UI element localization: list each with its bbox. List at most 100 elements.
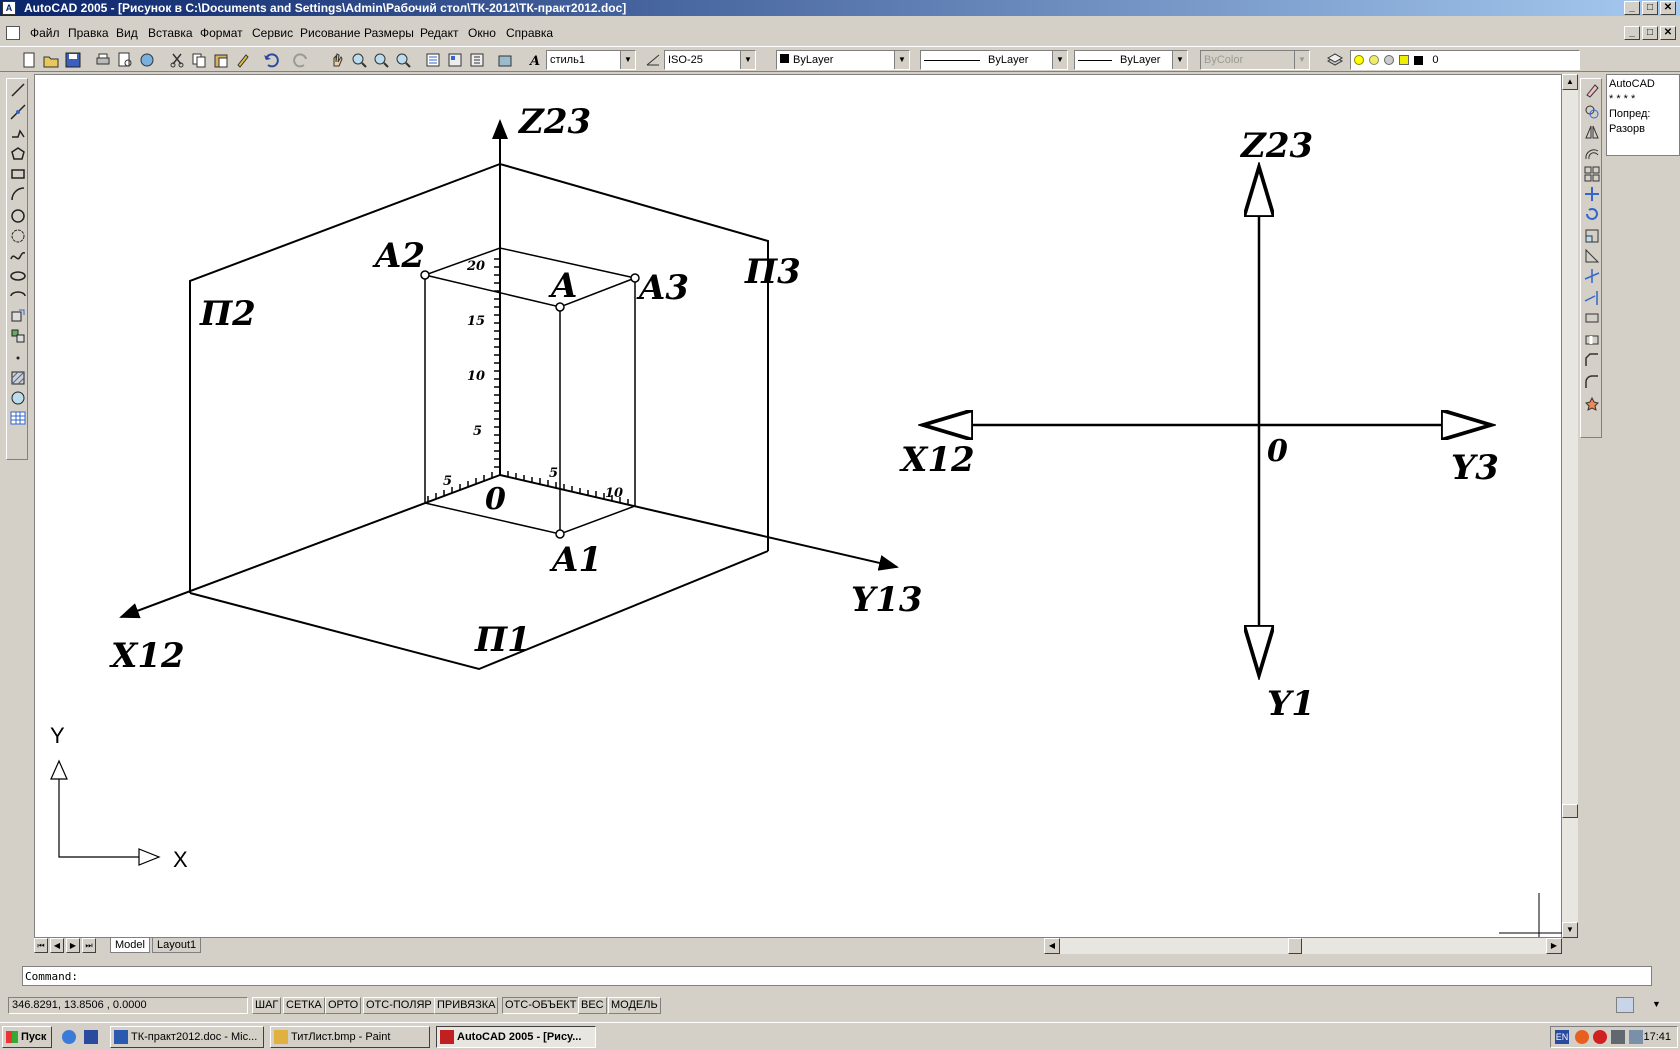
ellipse-arc-icon[interactable] [9, 287, 27, 305]
tray-security-icon[interactable] [1593, 1030, 1607, 1044]
paste-icon[interactable] [212, 51, 230, 69]
sun-icon[interactable] [1369, 55, 1380, 66]
revision-cloud-icon[interactable] [9, 227, 27, 245]
fillet-icon[interactable] [1583, 373, 1601, 391]
make-block-icon[interactable] [9, 327, 27, 345]
point-icon[interactable] [9, 349, 27, 367]
region-icon[interactable] [9, 389, 27, 407]
linetype-select[interactable]: ByLayer ▼ [920, 50, 1068, 70]
menu-help[interactable]: Справка [506, 26, 553, 40]
layer-manager-icon[interactable] [1326, 51, 1344, 69]
zoom-realtime-icon[interactable] [350, 51, 368, 69]
snap-toggle[interactable]: ШАГ [252, 997, 282, 1014]
insert-block-icon[interactable] [9, 307, 27, 325]
chamfer-icon[interactable] [1583, 351, 1601, 369]
task-autocad[interactable]: AutoCAD 2005 - [Рису... [436, 1026, 596, 1048]
tool-palettes-icon[interactable] [468, 51, 486, 69]
scroll-left-button[interactable]: ◀ [1044, 938, 1060, 954]
new-file-icon[interactable] [20, 51, 38, 69]
menu-format[interactable]: Формат [200, 26, 243, 40]
model-toggle[interactable]: МОДЕЛЬ [608, 997, 661, 1014]
menu-window[interactable]: Окно [468, 26, 496, 40]
status-menu-arrow-icon[interactable]: ▼ [1652, 999, 1661, 1009]
rotate-icon[interactable] [1583, 205, 1601, 223]
scale-icon[interactable] [1583, 227, 1601, 245]
task-paint[interactable]: ТитЛист.bmp - Paint [270, 1026, 430, 1048]
tray-network-icon[interactable] [1611, 1030, 1625, 1044]
move-icon[interactable] [1583, 185, 1601, 203]
ortho-toggle[interactable]: ОРТО [325, 997, 362, 1014]
otrack-toggle[interactable]: ОТС-ОБЪЕКТ [502, 997, 580, 1014]
minimize-button[interactable]: _ [1624, 1, 1640, 15]
save-icon[interactable] [64, 51, 82, 69]
menu-insert[interactable]: Вставка [148, 26, 193, 40]
design-center-icon[interactable] [446, 51, 464, 69]
pan-icon[interactable] [328, 51, 346, 69]
text-style-select[interactable]: стиль1 ▼ [546, 50, 636, 70]
drawing-canvas[interactable]: Z23 X12 Y13 П1 П2 П3 A A1 A2 A3 0 5 10 1… [34, 74, 1563, 939]
tray-volume-icon[interactable] [1629, 1030, 1643, 1044]
arc-icon[interactable] [9, 185, 27, 203]
scroll-right-button[interactable]: ▶ [1546, 938, 1562, 954]
start-button[interactable]: Пуск [2, 1026, 52, 1048]
last-tab-button[interactable]: ⏭ [82, 938, 96, 953]
dim-style-icon[interactable] [644, 51, 662, 69]
redo-icon[interactable] [292, 51, 310, 69]
publish-icon[interactable] [138, 51, 156, 69]
menu-file[interactable]: Файл [30, 26, 60, 40]
horizontal-scrollbar[interactable]: ◀ ▶ [1044, 938, 1562, 954]
doc-minimize-button[interactable]: _ [1624, 26, 1640, 40]
vertical-scrollbar[interactable]: ▲ ▼ [1562, 74, 1578, 938]
tray-app-icon[interactable] [1575, 1030, 1589, 1044]
trim-icon[interactable] [1583, 267, 1601, 285]
doc-restore-button[interactable]: □ [1642, 26, 1658, 40]
zoom-window-icon[interactable] [372, 51, 390, 69]
next-tab-button[interactable]: ▶ [66, 938, 80, 953]
dim-style-select[interactable]: ISO-25 ▼ [664, 50, 756, 70]
menu-modify[interactable]: Редакт [420, 26, 458, 40]
spline-icon[interactable] [9, 247, 27, 265]
explode-icon[interactable] [1583, 395, 1601, 413]
tab-model[interactable]: Model [110, 938, 150, 953]
menu-tools[interactable]: Сервис [252, 26, 293, 40]
document-icon[interactable] [6, 26, 20, 40]
circle-icon[interactable] [9, 207, 27, 225]
stretch-icon[interactable] [1583, 247, 1601, 265]
properties-icon[interactable] [424, 51, 442, 69]
match-properties-icon[interactable] [234, 51, 252, 69]
text-style-icon[interactable]: A [526, 51, 544, 69]
break-at-point-icon[interactable] [1583, 309, 1601, 327]
browser-quicklaunch-icon[interactable] [62, 1030, 76, 1044]
clock[interactable]: 17:41 [1643, 1027, 1671, 1047]
array-icon[interactable] [1583, 165, 1601, 183]
drawing-svg[interactable]: Z23 X12 Y13 П1 П2 П3 A A1 A2 A3 0 5 10 1… [35, 75, 1563, 939]
sheet-set-icon[interactable] [496, 51, 514, 69]
copy-object-icon[interactable] [1583, 103, 1601, 121]
language-indicator[interactable]: EN [1555, 1030, 1569, 1044]
close-button[interactable]: ✕ [1660, 1, 1676, 15]
horizontal-scroll-thumb[interactable] [1288, 938, 1302, 954]
layer-select[interactable]: 0 [1350, 50, 1580, 70]
polar-toggle[interactable]: ОТС-ПОЛЯР [363, 997, 435, 1014]
ellipse-icon[interactable] [9, 267, 27, 285]
command-line[interactable]: Command: [22, 966, 1652, 986]
polyline-icon[interactable] [9, 125, 27, 143]
rectangle-icon[interactable] [9, 165, 27, 183]
lightbulb-icon[interactable] [1354, 55, 1364, 66]
offset-icon[interactable] [1583, 145, 1601, 163]
osnap-toggle[interactable]: ПРИВЯЗКА [434, 997, 499, 1014]
lock-icon[interactable] [1399, 55, 1410, 66]
scroll-down-button[interactable]: ▼ [1562, 922, 1578, 938]
color-select[interactable]: ByLayer ▼ [776, 50, 910, 70]
communication-center-icon[interactable] [1616, 997, 1634, 1013]
lineweight-toggle[interactable]: ВЕС [578, 997, 607, 1014]
cut-icon[interactable] [168, 51, 186, 69]
coordinates-display[interactable]: 346.8291, 13.8506 , 0.0000 [8, 997, 248, 1014]
grid-toggle[interactable]: СЕТКА [283, 997, 325, 1014]
scroll-up-button[interactable]: ▲ [1562, 74, 1578, 90]
mirror-icon[interactable] [1583, 123, 1601, 141]
construction-line-icon[interactable] [9, 103, 27, 121]
menu-view[interactable]: Вид [116, 26, 138, 40]
print-icon[interactable] [94, 51, 112, 69]
erase-icon[interactable] [1583, 81, 1601, 99]
